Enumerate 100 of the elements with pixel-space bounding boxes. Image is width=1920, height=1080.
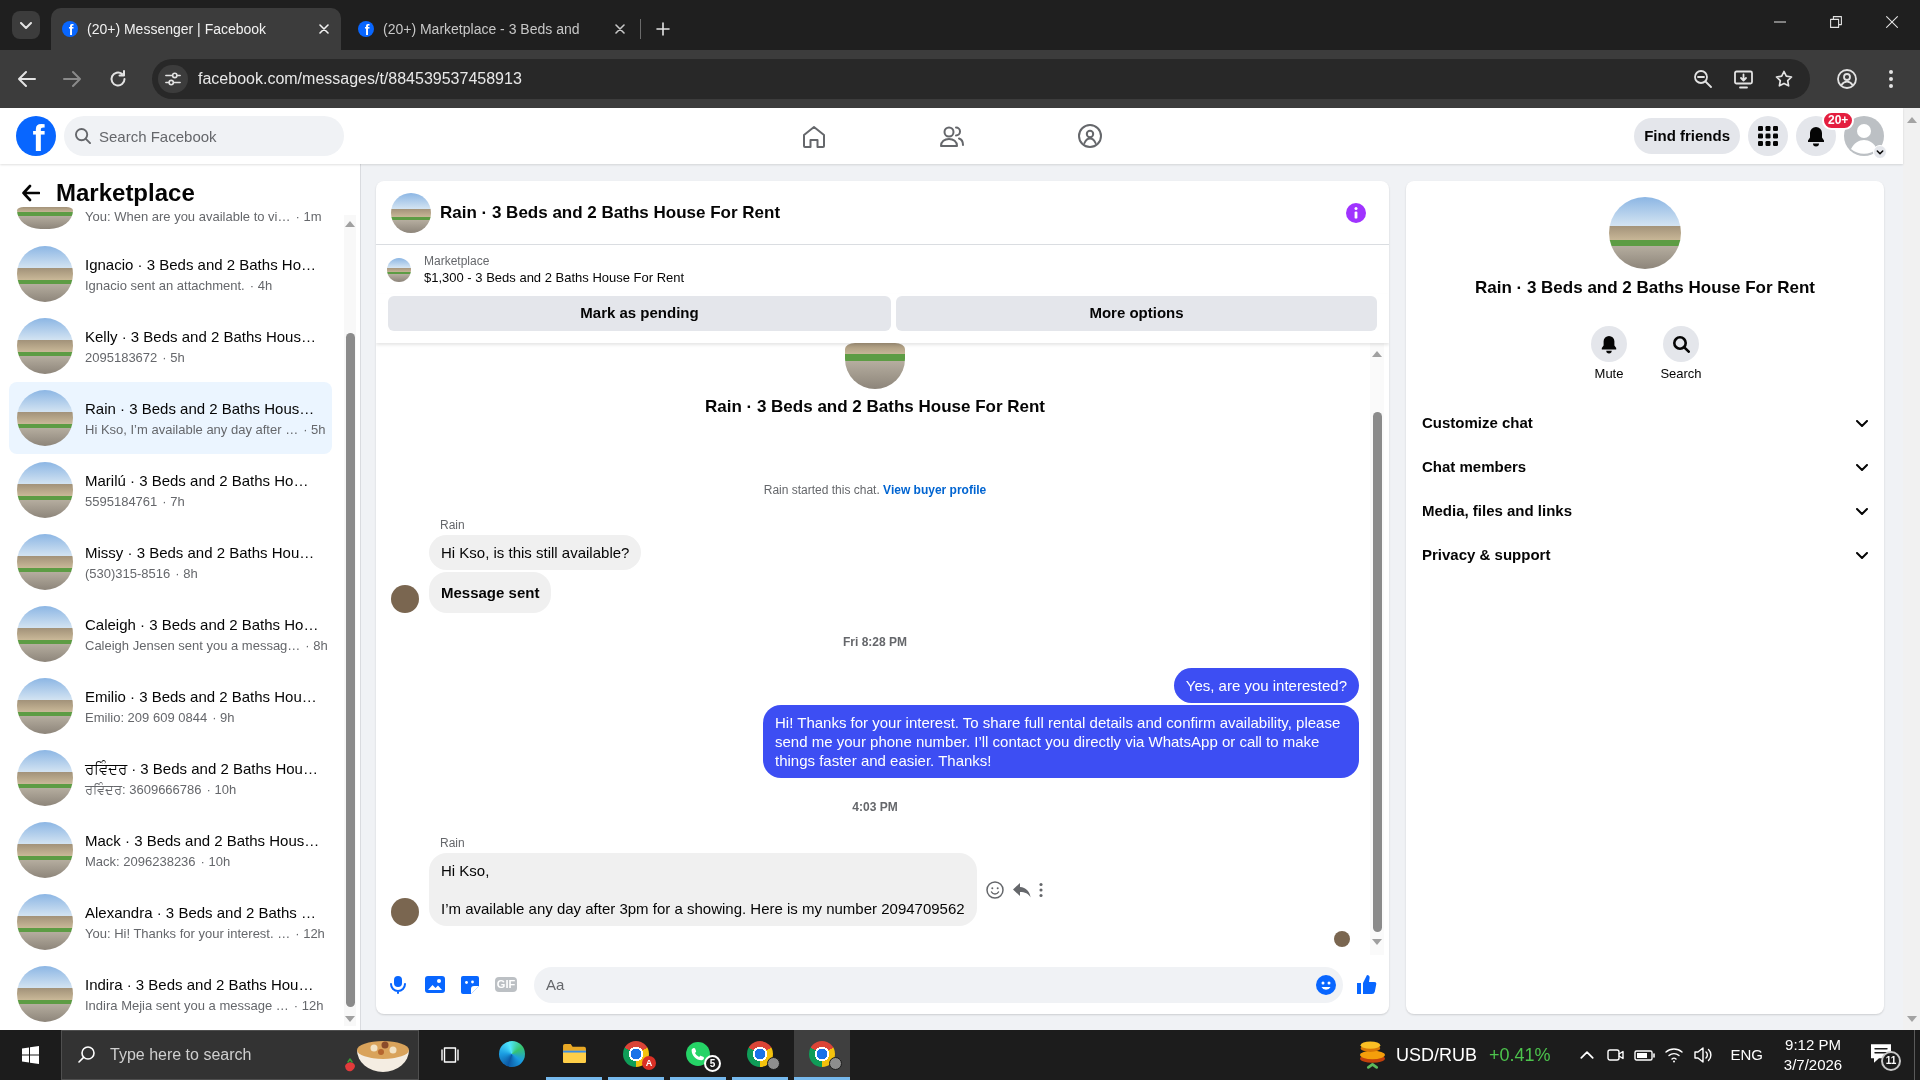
people-circle-icon[interactable] [1077,124,1102,148]
search-icon [78,1046,95,1063]
message-time: · 10h [200,852,231,870]
settings-section[interactable]: Chat members [1414,445,1876,489]
details-title: Rain · 3 Beds and 2 Baths House For Rent [1474,278,1816,298]
settings-section[interactable]: Media, files and links [1414,489,1876,533]
message-preview: Mack: 2096238236 [85,852,196,870]
phone-chat-icon [685,1040,711,1067]
battery-icon[interactable] [1634,1049,1656,1061]
video-camera-icon[interactable] [1607,1047,1625,1063]
photo-placeholder [17,966,73,1022]
install-icon[interactable] [1734,69,1753,89]
address-bar[interactable]: facebook.com/messages/t/884539537458913 [152,59,1810,99]
zoom-out-icon[interactable] [1694,70,1712,88]
search-field[interactable]: Search Facebook [64,116,344,156]
buyer-profile-link[interactable]: View buyer profile [883,483,987,497]
browser-tab[interactable]: f (20+) Messenger | Facebook [51,8,341,50]
sticker-icon[interactable] [460,974,480,995]
find-friends-button[interactable]: Find friends [1634,118,1740,154]
scrollbar-thumb[interactable] [345,333,355,1007]
task-view-icon[interactable] [441,1047,459,1063]
notification-count: 11 [1881,1051,1901,1071]
star-icon[interactable] [1775,70,1793,88]
profile-badge: A [642,1056,656,1070]
photo-placeholder [845,343,905,389]
tune-icon [165,71,181,87]
logo[interactable]: f [16,116,56,156]
photo-placeholder [17,750,73,806]
more-icon[interactable] [1038,882,1043,897]
message-time: · 9h [212,708,235,726]
coins-icon[interactable] [1358,1041,1386,1069]
settings-section[interactable]: Privacy & support [1414,533,1876,577]
settings-section[interactable]: Customize chat [1414,401,1876,445]
language-indicator[interactable]: ENG [1730,1043,1763,1067]
menu-icon[interactable] [1889,70,1893,88]
back-arrow-icon[interactable] [22,184,40,202]
conversation-item[interactable]: Rain · 3 Beds and 2 Baths Hous… Hi Kso, I’m available any day after … · 5h [9,382,332,454]
taskbar-app[interactable]: A [608,1030,664,1080]
browser-tab[interactable]: f (20+) Marketplace - 3 Beds and [347,8,637,50]
message-time: · 5h [162,348,185,366]
taskbar-app[interactable] [794,1030,850,1080]
more-options-button[interactable]: More options [896,296,1377,331]
photo-placeholder [17,678,73,734]
volume-icon[interactable] [1694,1046,1712,1064]
message-field[interactable]: Aa [534,966,1343,1003]
conversation-name: Marilú · 3 Beds and 2 Baths Ho… [85,470,309,491]
forward-arrow-icon[interactable] [63,70,81,88]
chevron-down-icon [20,21,32,29]
scrollbar-thumb[interactable] [1372,412,1382,932]
microphone-icon[interactable] [389,975,407,994]
reload-icon[interactable] [109,70,127,88]
tab-search-button[interactable] [12,11,40,39]
message-preview: Indira Mejia sent you a message … [85,996,289,1014]
image-icon[interactable] [423,975,445,994]
taskbar-app[interactable]: 5 [670,1030,726,1080]
thumbs-up-icon[interactable] [1355,974,1377,995]
conversation-name: Ignacio · 3 Beds and 2 Baths Ho… [85,254,316,275]
message-preview: Hi Kso, I’m available any day after … [85,420,299,438]
home-icon[interactable] [801,124,826,148]
message-time: · 1m [295,208,322,225]
scrollbar[interactable] [1370,343,1384,955]
mark-pending-button[interactable]: Mark as pending [388,296,891,331]
site-info-button[interactable] [158,65,188,93]
photo-placeholder [17,390,73,446]
scrollbar[interactable] [344,215,356,1026]
conversation-name: Caleigh · 3 Beds and 2 Baths Ho… [85,614,320,635]
message-preview: Caleigh Jensen sent you a messag… [85,636,301,654]
conversation-item[interactable]: You: When are you available to vi… · 1m [9,207,332,238]
message-preview: 2095183672 [85,348,158,366]
close-icon[interactable] [615,24,625,34]
plus-icon[interactable] [656,22,670,36]
taskbar-search-field[interactable]: Type here to search [61,1030,419,1080]
message-preview: You: Hi! Thanks for your interest. … [85,924,291,942]
clock-time[interactable]: 9:12 PM [1785,1035,1841,1055]
emoji-icon[interactable] [1316,974,1336,995]
message-time: · 12h [295,924,325,942]
chat-notice: Rain started this chat. View buyer profile [763,483,987,497]
message-bubble: Yes, are you interested? [1173,668,1359,703]
ticker-change: +0.41% [1488,1043,1551,1067]
mute-button[interactable] [1591,326,1627,362]
wifi-icon[interactable] [1665,1047,1683,1063]
conversation-name: Kelly · 3 Beds and 2 Baths Hous… [85,326,316,347]
conversation-name: Alexandra · 3 Beds and 2 Baths … [85,902,317,923]
close-icon[interactable] [1886,16,1898,28]
smiley-icon[interactable] [985,880,1004,899]
people-icon[interactable] [939,125,964,147]
sender-name: Rain [440,517,465,533]
search-chat-button[interactable] [1663,326,1699,362]
message-preview: ਰਵਿੰਦਰ: 3609666786 [85,780,202,798]
profile-icon[interactable] [1837,69,1857,89]
message-bubble: Hi Kso, is this still available? [429,535,642,570]
menu-button[interactable] [1748,116,1788,156]
chevron-up-icon[interactable] [1580,1051,1594,1059]
clock-date[interactable]: 3/7/2026 [1783,1055,1843,1075]
photo-placeholder [387,257,411,282]
start-icon[interactable] [22,1046,39,1064]
restore-icon[interactable] [1830,16,1842,28]
reply-icon[interactable] [1011,881,1031,898]
info-icon[interactable] [1346,202,1366,223]
message-preview: You: When are you available to vi… [85,208,291,225]
